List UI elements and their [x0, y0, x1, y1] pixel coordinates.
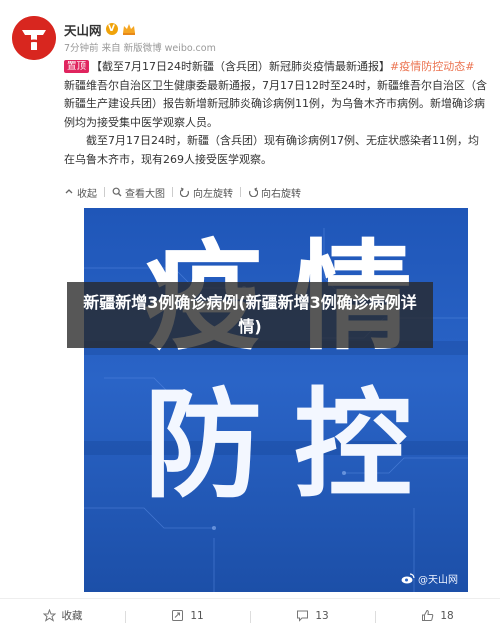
- pinned-badge: 置顶: [64, 60, 90, 73]
- username-row: 天山网 V: [64, 20, 136, 38]
- article-title-overlay[interactable]: 新疆新增3例确诊病例(新疆新增3例确诊病例详情): [67, 282, 433, 348]
- rotate-right-icon: [249, 187, 258, 197]
- image-action-bar: 收起 查看大图 向左旋转 向右旋转: [64, 182, 308, 202]
- like-button[interactable]: 18: [375, 609, 500, 623]
- favorite-label: 收藏: [61, 610, 83, 622]
- post-paragraph-1: 新疆维吾尔自治区卫生健康委最新通报，7月17日12时至24时，新疆维吾尔自治区（…: [64, 78, 487, 129]
- magnifier-icon: [112, 187, 122, 197]
- comment-count: 13: [315, 609, 329, 622]
- tianshan-logo-icon: [12, 16, 56, 60]
- rotate-right-label: 向右旋转: [261, 188, 301, 200]
- collapse-icon: [65, 189, 73, 194]
- avatar[interactable]: [12, 16, 56, 60]
- image-char: 控: [294, 376, 413, 514]
- repost-count: 11: [190, 609, 204, 622]
- rotate-left-label: 向左旋转: [193, 188, 233, 200]
- view-large-button[interactable]: 查看大图: [105, 185, 172, 200]
- post-footer: 收藏 11 13 18: [0, 598, 500, 632]
- comment-icon: [297, 610, 309, 622]
- repost-icon: [172, 610, 184, 621]
- crown-icon: [122, 24, 135, 35]
- post-paragraph-2: 截至7月17日24时，新疆（含兵团）现有确诊病例17例、无症状感染者11例，均在…: [64, 134, 479, 166]
- collapse-button[interactable]: 收起: [64, 185, 104, 200]
- rotate-right-button[interactable]: 向右旋转: [241, 185, 308, 200]
- post-content: 置顶 【截至7月17日24时新疆（含兵团）新冠肺炎疫情最新通报】#疫情防控动态# …: [64, 58, 488, 169]
- image-watermark: @天山网: [401, 571, 458, 586]
- repost-button[interactable]: 11: [125, 609, 250, 623]
- thumbs-up-icon: [422, 609, 434, 621]
- view-large-label: 查看大图: [125, 188, 165, 200]
- post-image[interactable]: 疫 情 防 控 @天山网: [84, 208, 468, 592]
- favorite-button[interactable]: 收藏: [0, 608, 125, 623]
- username[interactable]: 天山网: [64, 20, 102, 39]
- rotate-left-button[interactable]: 向左旋转: [173, 185, 240, 200]
- like-count: 18: [440, 609, 454, 622]
- watermark-text: @天山网: [418, 575, 458, 586]
- weibo-logo-icon: [401, 573, 415, 584]
- post-meta: 7分钟前 来自 新版微博 weibo.com: [64, 43, 216, 54]
- hashtag-link[interactable]: #疫情防控动态#: [390, 60, 474, 73]
- image-char: 防: [144, 376, 263, 514]
- comment-button[interactable]: 13: [250, 609, 375, 623]
- article-title: 新疆新增3例确诊病例(新疆新增3例确诊病例详情): [83, 293, 417, 336]
- post-header: 天山网 V 7分钟前 来自 新版微博 weibo.com: [0, 0, 500, 62]
- collapse-label: 收起: [77, 188, 97, 200]
- post-title: 【截至7月17日24时新疆（含兵团）新冠肺炎疫情最新通报】: [91, 60, 391, 73]
- star-icon: [42, 609, 56, 622]
- verified-icon: V: [105, 23, 118, 35]
- rotate-left-icon: [180, 187, 189, 197]
